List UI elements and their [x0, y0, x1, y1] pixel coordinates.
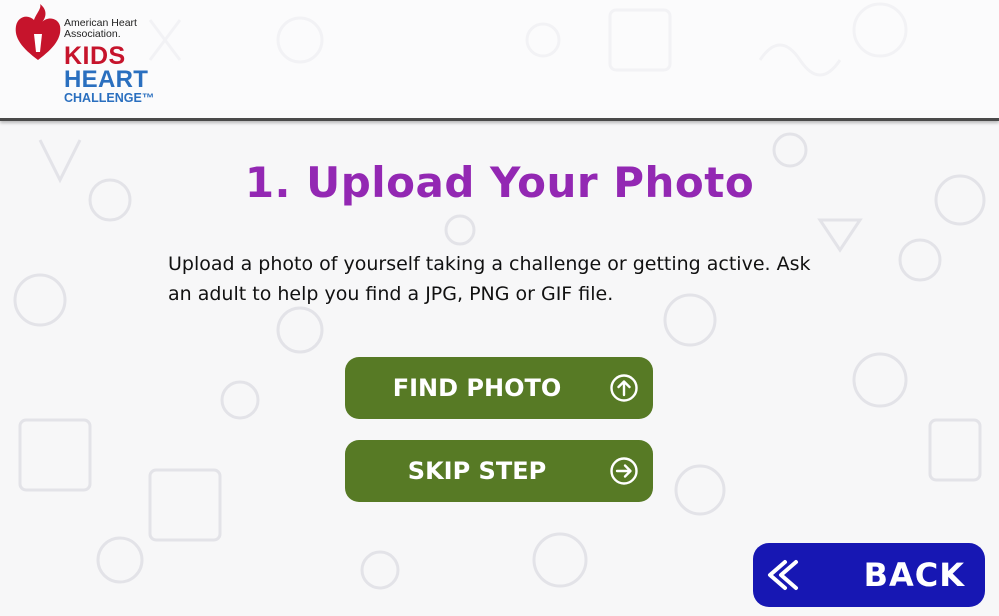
heart-torch-icon	[15, 4, 61, 60]
kids-heart-challenge-logo[interactable]: American Heart Association. KIDS HEART C…	[12, 4, 172, 112]
skip-step-button[interactable]: SKIP STEP	[345, 440, 653, 502]
logo-kids-text: KIDS	[64, 42, 126, 70]
double-chevron-left-icon	[768, 560, 798, 590]
logo-challenge-text: CHALLENGE™	[64, 91, 155, 105]
back-label: BACK	[863, 556, 965, 594]
org-name: American Heart Association.	[64, 17, 137, 40]
page-title: 1. Upload Your Photo	[244, 158, 755, 207]
find-photo-label: FIND PHOTO	[392, 374, 562, 402]
instructions-text: Upload a photo of yourself taking a chal…	[168, 253, 811, 305]
logo-heart-text: HEART	[64, 66, 149, 93]
find-photo-button[interactable]: FIND PHOTO	[345, 357, 653, 419]
arrow-right-circle-icon	[610, 457, 638, 485]
header-bar: American Heart Association. KIDS HEART C…	[0, 0, 999, 121]
back-button[interactable]: BACK	[753, 543, 985, 607]
skip-step-label: SKIP STEP	[407, 457, 547, 485]
upload-arrow-circle-icon	[610, 374, 638, 402]
